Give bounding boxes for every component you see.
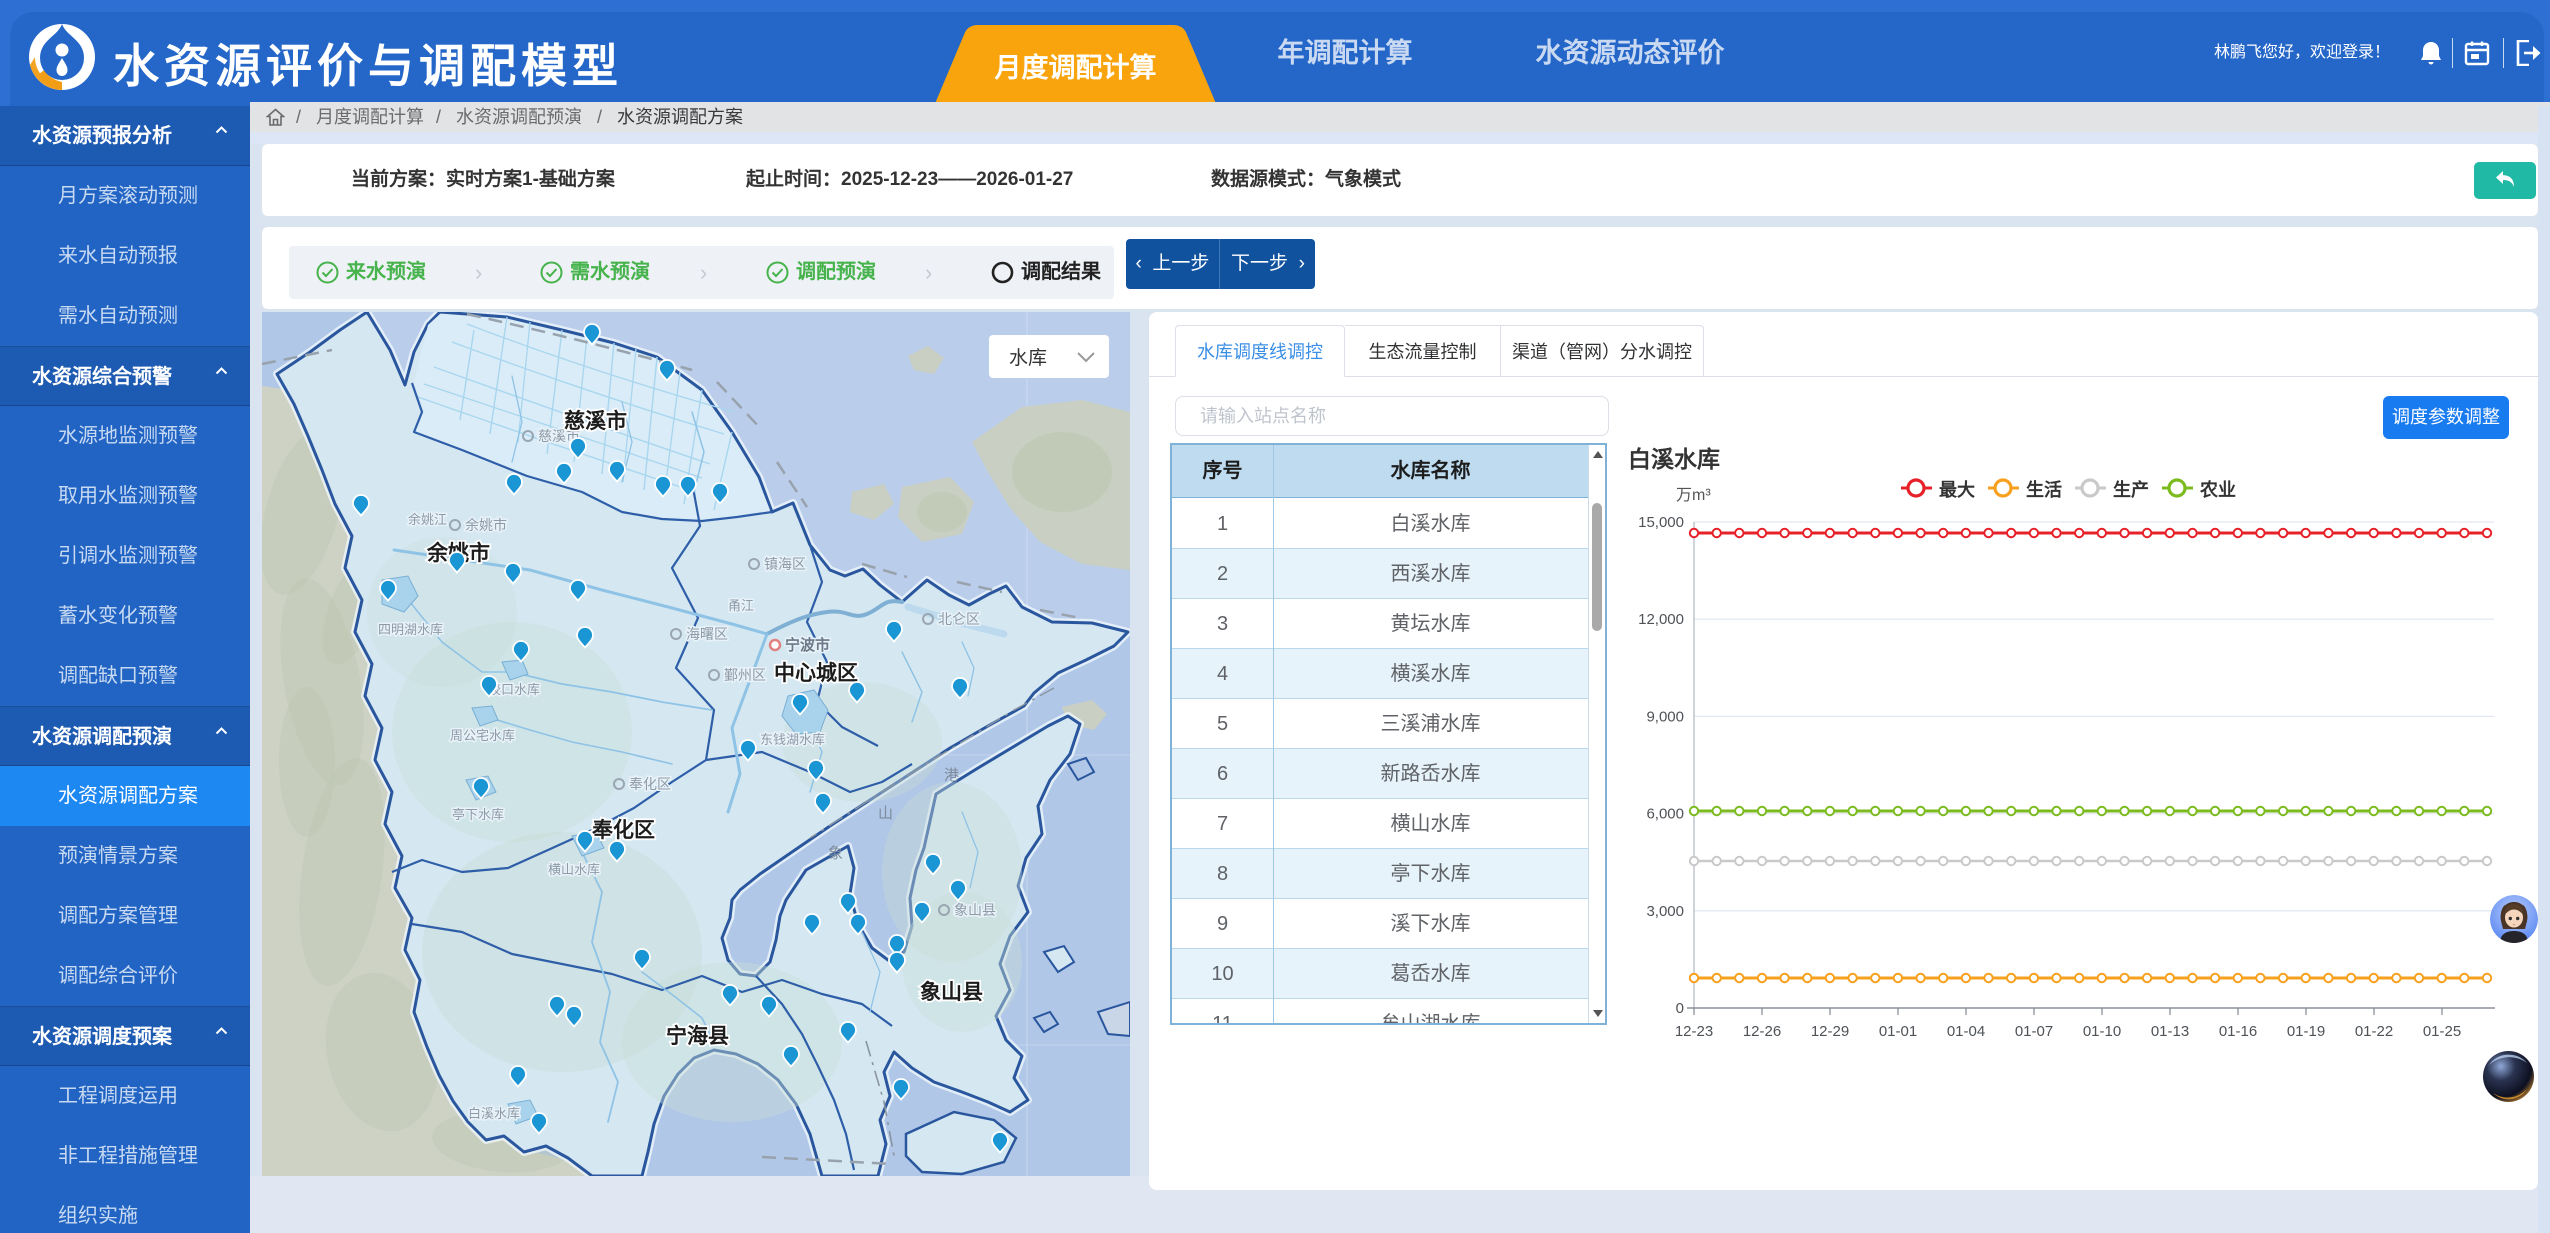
svg-text:港: 港: [944, 767, 959, 784]
svg-text:万m³: 万m³: [1676, 487, 1711, 504]
svg-text:01-22: 01-22: [2355, 1023, 2393, 1040]
svg-text:01-16: 01-16: [2219, 1023, 2257, 1040]
svg-text:亭下水库: 亭下水库: [452, 807, 504, 822]
svg-text:01-25: 01-25: [2423, 1023, 2461, 1040]
svg-text:海曙区: 海曙区: [686, 626, 728, 642]
svg-text:12-23: 12-23: [1675, 1023, 1713, 1040]
svg-text:生活: 生活: [2026, 479, 2062, 500]
svg-text:01-13: 01-13: [2151, 1023, 2189, 1040]
svg-text:东钱湖水库: 东钱湖水库: [760, 732, 825, 747]
svg-text:横山水库: 横山水库: [548, 862, 600, 877]
svg-text:慈溪市: 慈溪市: [564, 409, 627, 433]
svg-text:山: 山: [878, 805, 893, 822]
svg-text:01-19: 01-19: [2287, 1023, 2325, 1040]
svg-text:9,000: 9,000: [1646, 708, 1684, 725]
svg-text:01-10: 01-10: [2083, 1023, 2121, 1040]
svg-text:白溪水库: 白溪水库: [468, 1106, 520, 1121]
svg-text:奉化区: 奉化区: [591, 818, 655, 842]
svg-text:12-29: 12-29: [1811, 1023, 1849, 1040]
svg-text:余姚江: 余姚江: [408, 512, 447, 527]
svg-text:01-07: 01-07: [2015, 1023, 2053, 1040]
svg-text:水库: 水库: [1009, 347, 1047, 369]
svg-text:0: 0: [1676, 1000, 1684, 1017]
svg-text:15,000: 15,000: [1638, 514, 1684, 531]
svg-text:象山县: 象山县: [954, 902, 996, 918]
svg-text:农业: 农业: [2199, 479, 2236, 500]
svg-text:12,000: 12,000: [1638, 611, 1684, 628]
svg-text:象: 象: [828, 845, 843, 862]
svg-text:奉化区: 奉化区: [629, 776, 671, 792]
svg-text:白溪水库: 白溪水库: [1628, 446, 1720, 472]
svg-text:镇海区: 镇海区: [764, 556, 806, 572]
svg-text:余姚市: 余姚市: [465, 517, 507, 533]
svg-text:象山县: 象山县: [920, 980, 983, 1004]
svg-text:四明湖水库: 四明湖水库: [378, 622, 443, 637]
svg-text:鄞州区: 鄞州区: [724, 667, 766, 683]
svg-text:3,000: 3,000: [1646, 903, 1684, 920]
svg-text:北仑区: 北仑区: [938, 611, 980, 627]
svg-text:宁海县: 宁海县: [666, 1024, 729, 1048]
svg-text:最大: 最大: [1939, 479, 1975, 500]
svg-text:生产: 生产: [2113, 479, 2149, 500]
svg-text:周公宅水库: 周公宅水库: [450, 728, 515, 743]
svg-text:甬江: 甬江: [728, 598, 754, 613]
svg-text:宁波市: 宁波市: [785, 636, 830, 654]
svg-text:01-01: 01-01: [1879, 1023, 1917, 1040]
svg-text:12-26: 12-26: [1743, 1023, 1781, 1040]
svg-text:6,000: 6,000: [1646, 806, 1684, 823]
svg-text:中心城区: 中心城区: [774, 661, 858, 685]
svg-text:01-04: 01-04: [1947, 1023, 1985, 1040]
